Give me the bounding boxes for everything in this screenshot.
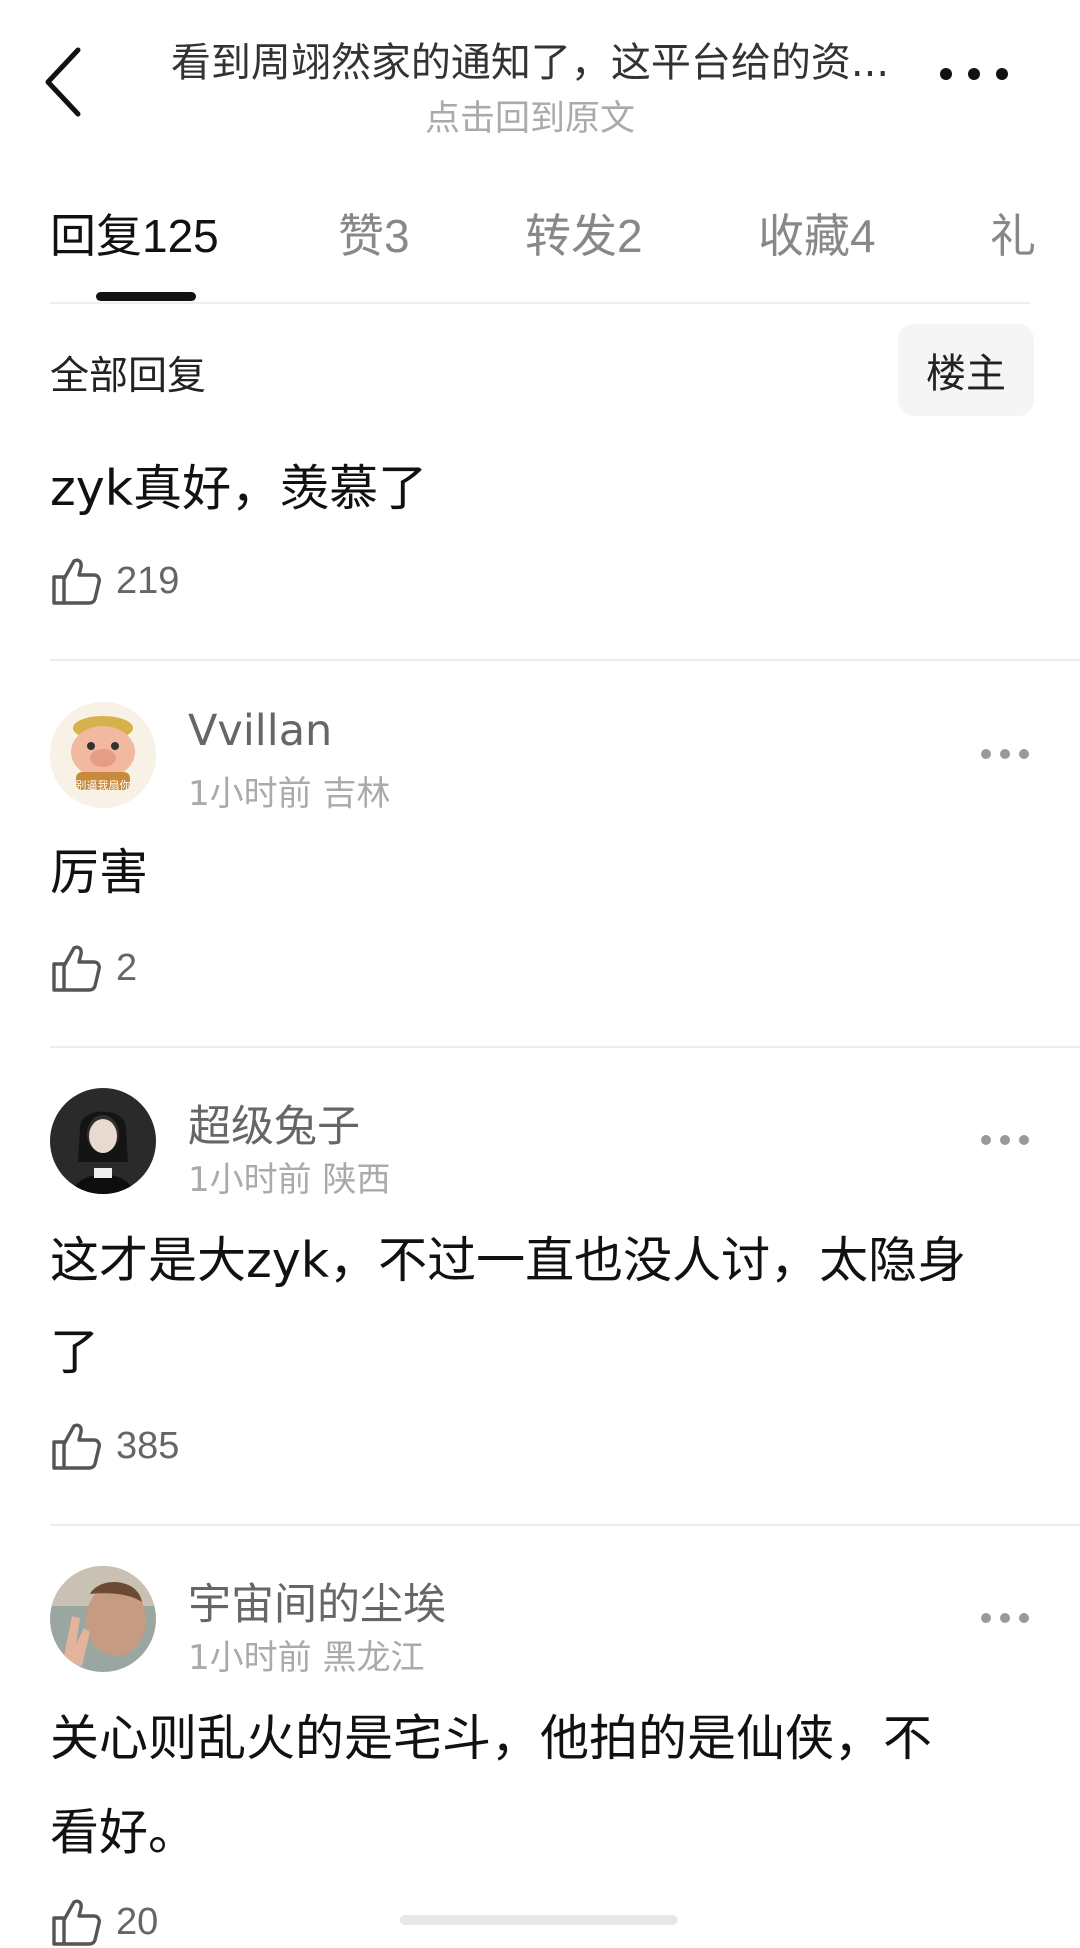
thumbs-up-icon [52,1423,101,1470]
comment-meta: 1小时前 吉林 [188,766,390,815]
like-count: 385 [116,1424,180,1467]
username[interactable]: 超级兔子 [188,1092,360,1154]
comment-text: 这才是大zyk，不过一直也没人讨，太隐身 [50,1232,967,1289]
comment-text: 关心则乱火的是宅斗，他拍的是仙侠，不 [50,1710,933,1767]
like-button[interactable]: 219 [50,555,179,607]
like-button[interactable]: 2 [50,942,137,994]
comment-location: 吉林 [322,774,391,814]
thumbs-up-icon [52,1899,101,1946]
tab-reposts[interactable]: 转发2 [525,200,643,266]
back-arrow-icon[interactable] [40,44,90,120]
tab-replies[interactable]: 回复125 [50,200,219,266]
thumbs-up-icon [52,945,101,992]
like-count: 20 [116,1900,159,1943]
tab-bar: 回复125 赞3 转发2 收藏4 礼 [50,200,1080,270]
more-options-icon[interactable] [938,62,1010,86]
tab-label: 收藏 [758,209,850,263]
tab-gifts[interactable]: 礼 [990,200,1036,266]
comment-text: 看好。 [50,1804,198,1861]
comment-location: 陕西 [322,1160,391,1200]
divider [50,1046,1080,1048]
op-only-button[interactable]: 楼主 [898,324,1034,416]
avatar-badge-text: 别逼我扇你 [75,779,131,792]
like-button[interactable]: 385 [50,1420,179,1472]
comment-more-icon[interactable] [980,747,1030,761]
like-button[interactable]: 20 [50,1896,158,1948]
comment-time: 1小时前 [188,1638,312,1678]
tab-label: 赞 [338,209,384,263]
comment-meta: 1小时前 陕西 [188,1152,390,1201]
avatar[interactable] [50,1566,156,1672]
comment-location: 黑龙江 [322,1638,425,1678]
tab-count: 2 [617,210,643,262]
tab-count: 125 [142,210,219,262]
active-tab-indicator [96,292,196,301]
divider [50,302,1030,304]
username[interactable]: 宇宙间的尘埃 [188,1570,446,1632]
avatar-image [50,1566,156,1672]
tab-label: 转发 [525,209,617,263]
comment-text: zyk真好，羡慕了 [50,460,428,517]
tab-label: 礼 [990,209,1036,263]
all-replies-label[interactable]: 全部回复 [50,345,206,401]
comment-more-icon[interactable] [980,1133,1030,1147]
divider [50,659,1080,661]
post-title[interactable]: 看到周翊然家的通知了，这平台给的资... [150,30,910,88]
comment-text: 厉害 [50,844,149,901]
avatar[interactable]: 别逼我扇你 [50,702,156,808]
like-count: 219 [116,559,180,602]
divider [50,1524,1080,1526]
comment-more-icon[interactable] [980,1611,1030,1625]
comment-text: 了 [50,1324,100,1381]
comment-time: 1小时前 [188,1160,312,1200]
tab-count: 3 [384,210,410,262]
avatar[interactable] [50,1088,156,1194]
tab-favorites[interactable]: 收藏4 [758,200,876,266]
tab-likes[interactable]: 赞3 [338,200,410,266]
back-to-original-link[interactable]: 点击回到原文 [150,90,910,141]
comment-meta: 1小时前 黑龙江 [188,1630,424,1679]
comment-time: 1小时前 [188,774,312,814]
thumbs-up-icon [52,558,101,605]
avatar-image [50,1088,156,1194]
tab-count: 4 [850,210,876,262]
tab-label: 回复 [50,209,142,263]
like-count: 2 [116,946,138,989]
home-indicator[interactable] [400,1915,678,1925]
username[interactable]: Vvillan [188,706,332,756]
